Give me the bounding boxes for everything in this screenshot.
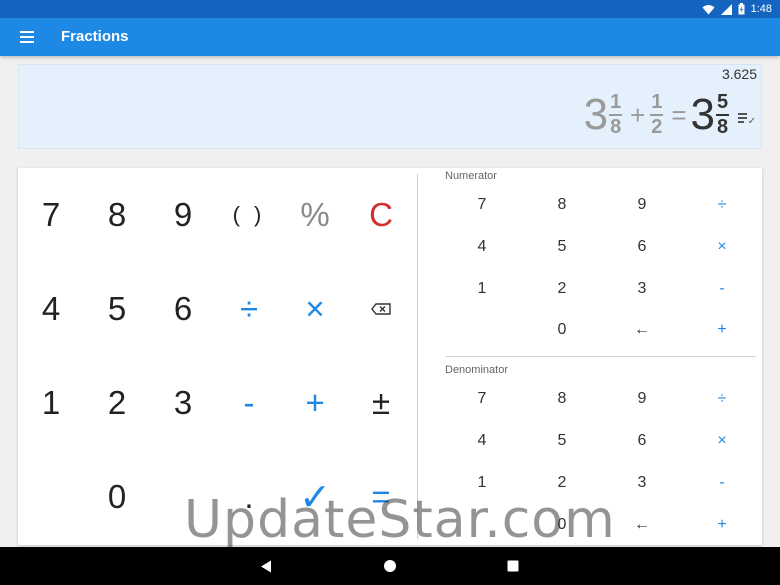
key-equals[interactable]: = — [348, 450, 414, 544]
numerator-key-5[interactable]: 5 — [522, 226, 602, 268]
key-percent[interactable]: % — [282, 168, 348, 262]
key-multiply[interactable]: × — [282, 262, 348, 356]
denominator-key-multiply[interactable]: × — [682, 420, 762, 462]
home-icon[interactable] — [383, 559, 397, 573]
term-1-fraction: 1 8 — [609, 91, 623, 138]
numerator-key-multiply[interactable]: × — [682, 226, 762, 268]
hamburger-menu-icon[interactable] — [18, 28, 38, 46]
key-8[interactable]: 8 — [84, 168, 150, 262]
result-numerator: 5 — [716, 91, 729, 113]
key-0[interactable]: 0 — [84, 450, 150, 544]
result-denominator: 8 — [716, 116, 729, 138]
denominator-key-7[interactable]: 7 — [442, 378, 522, 420]
numerator-key-divide[interactable]: ÷ — [682, 184, 762, 226]
key-3[interactable]: 3 — [150, 356, 216, 450]
app-bar: Fractions — [0, 18, 780, 56]
key-6[interactable]: 6 — [150, 262, 216, 356]
key-minus[interactable]: - — [216, 356, 282, 450]
fraction-expression: 3 1 8 + 1 2 = 3 5 8 — [584, 85, 733, 145]
denominator-key-minus[interactable]: - — [682, 462, 762, 504]
term-2-fraction: 1 2 — [650, 91, 664, 138]
key-decimal-point[interactable]: . — [216, 450, 282, 544]
numerator-key-3[interactable]: 3 — [602, 268, 682, 310]
battery-icon — [738, 3, 745, 15]
numerator-key-2[interactable]: 2 — [522, 268, 602, 310]
history-list-icon[interactable]: ✓ — [738, 111, 756, 127]
wifi-icon — [702, 4, 715, 14]
term-1-denominator: 8 — [610, 116, 622, 138]
key-parentheses[interactable]: ( ) — [216, 168, 282, 262]
numerator-key-7[interactable]: 7 — [442, 184, 522, 226]
denominator-key-5[interactable]: 5 — [522, 420, 602, 462]
denominator-key-0[interactable]: 0 — [522, 504, 602, 546]
key-2[interactable]: 2 — [84, 356, 150, 450]
denominator-key-2[interactable]: 2 — [522, 462, 602, 504]
key-plus-minus[interactable]: ± — [348, 356, 414, 450]
keypad-card: 7 8 9 ( ) % C 4 5 6 ÷ × 1 2 3 - + ± 0 . … — [18, 168, 762, 545]
operator-plus: + — [630, 99, 646, 130]
pad-divider — [446, 356, 756, 357]
navigation-bar — [0, 547, 780, 585]
recents-icon[interactable] — [507, 560, 519, 572]
key-clear[interactable]: C — [348, 168, 414, 262]
numerator-key-4[interactable]: 4 — [442, 226, 522, 268]
term-1-whole: 3 — [583, 90, 609, 139]
numerator-key-minus[interactable]: - — [682, 268, 762, 310]
result-fraction: 5 8 — [716, 92, 729, 138]
equals-sign: = — [671, 99, 687, 130]
term-1: 3 1 8 — [584, 92, 626, 138]
denominator-key-1[interactable]: 1 — [442, 462, 522, 504]
status-time: 1:48 — [750, 3, 772, 15]
term-2-denominator: 2 — [651, 116, 663, 138]
numerator-key-8[interactable]: 8 — [522, 184, 602, 226]
app-title: Fractions — [61, 28, 129, 45]
back-icon[interactable] — [260, 560, 272, 573]
signal-icon — [720, 3, 732, 15]
numerator-backspace-arrow-icon[interactable]: ← — [602, 309, 682, 351]
key-1[interactable]: 1 — [18, 356, 84, 450]
decimal-result: 3.625 — [721, 66, 757, 82]
denominator-key-plus[interactable]: + — [682, 504, 762, 546]
key-confirm-check[interactable]: ✓ — [282, 450, 348, 544]
numerator-key-6[interactable]: 6 — [602, 226, 682, 268]
term-2-numerator: 1 — [651, 91, 663, 113]
key-4[interactable]: 4 — [18, 262, 84, 356]
denominator-key-3[interactable]: 3 — [602, 462, 682, 504]
numerator-key-plus[interactable]: + — [682, 309, 762, 351]
numerator-key-9[interactable]: 9 — [602, 184, 682, 226]
denominator-key-6[interactable]: 6 — [602, 420, 682, 462]
key-plus[interactable]: + — [282, 356, 348, 450]
status-bar: 1:48 — [0, 0, 780, 18]
denominator-label: Denominator — [445, 364, 508, 376]
denominator-backspace-arrow-icon[interactable]: ← — [602, 504, 682, 546]
result-display: 3.625 3 1 8 + 1 2 = 3 5 8 ✓ — [18, 64, 762, 149]
status-icons: 1:48 — [702, 2, 772, 16]
key-7[interactable]: 7 — [18, 168, 84, 262]
numerator-label: Numerator — [445, 170, 497, 182]
result-term: 3 5 8 — [691, 92, 733, 138]
numerator-key-1[interactable]: 1 — [442, 268, 522, 310]
numerator-key-0[interactable]: 0 — [522, 309, 602, 351]
key-divide[interactable]: ÷ — [216, 262, 282, 356]
keypad-divider — [417, 174, 418, 539]
key-5[interactable]: 5 — [84, 262, 150, 356]
term-2: 1 2 — [649, 92, 667, 138]
denominator-key-4[interactable]: 4 — [442, 420, 522, 462]
denominator-key-divide[interactable]: ÷ — [682, 378, 762, 420]
term-1-numerator: 1 — [610, 91, 622, 113]
result-whole: 3 — [690, 90, 715, 139]
denominator-key-8[interactable]: 8 — [522, 378, 602, 420]
backspace-icon[interactable] — [348, 262, 414, 356]
key-9[interactable]: 9 — [150, 168, 216, 262]
denominator-key-9[interactable]: 9 — [602, 378, 682, 420]
